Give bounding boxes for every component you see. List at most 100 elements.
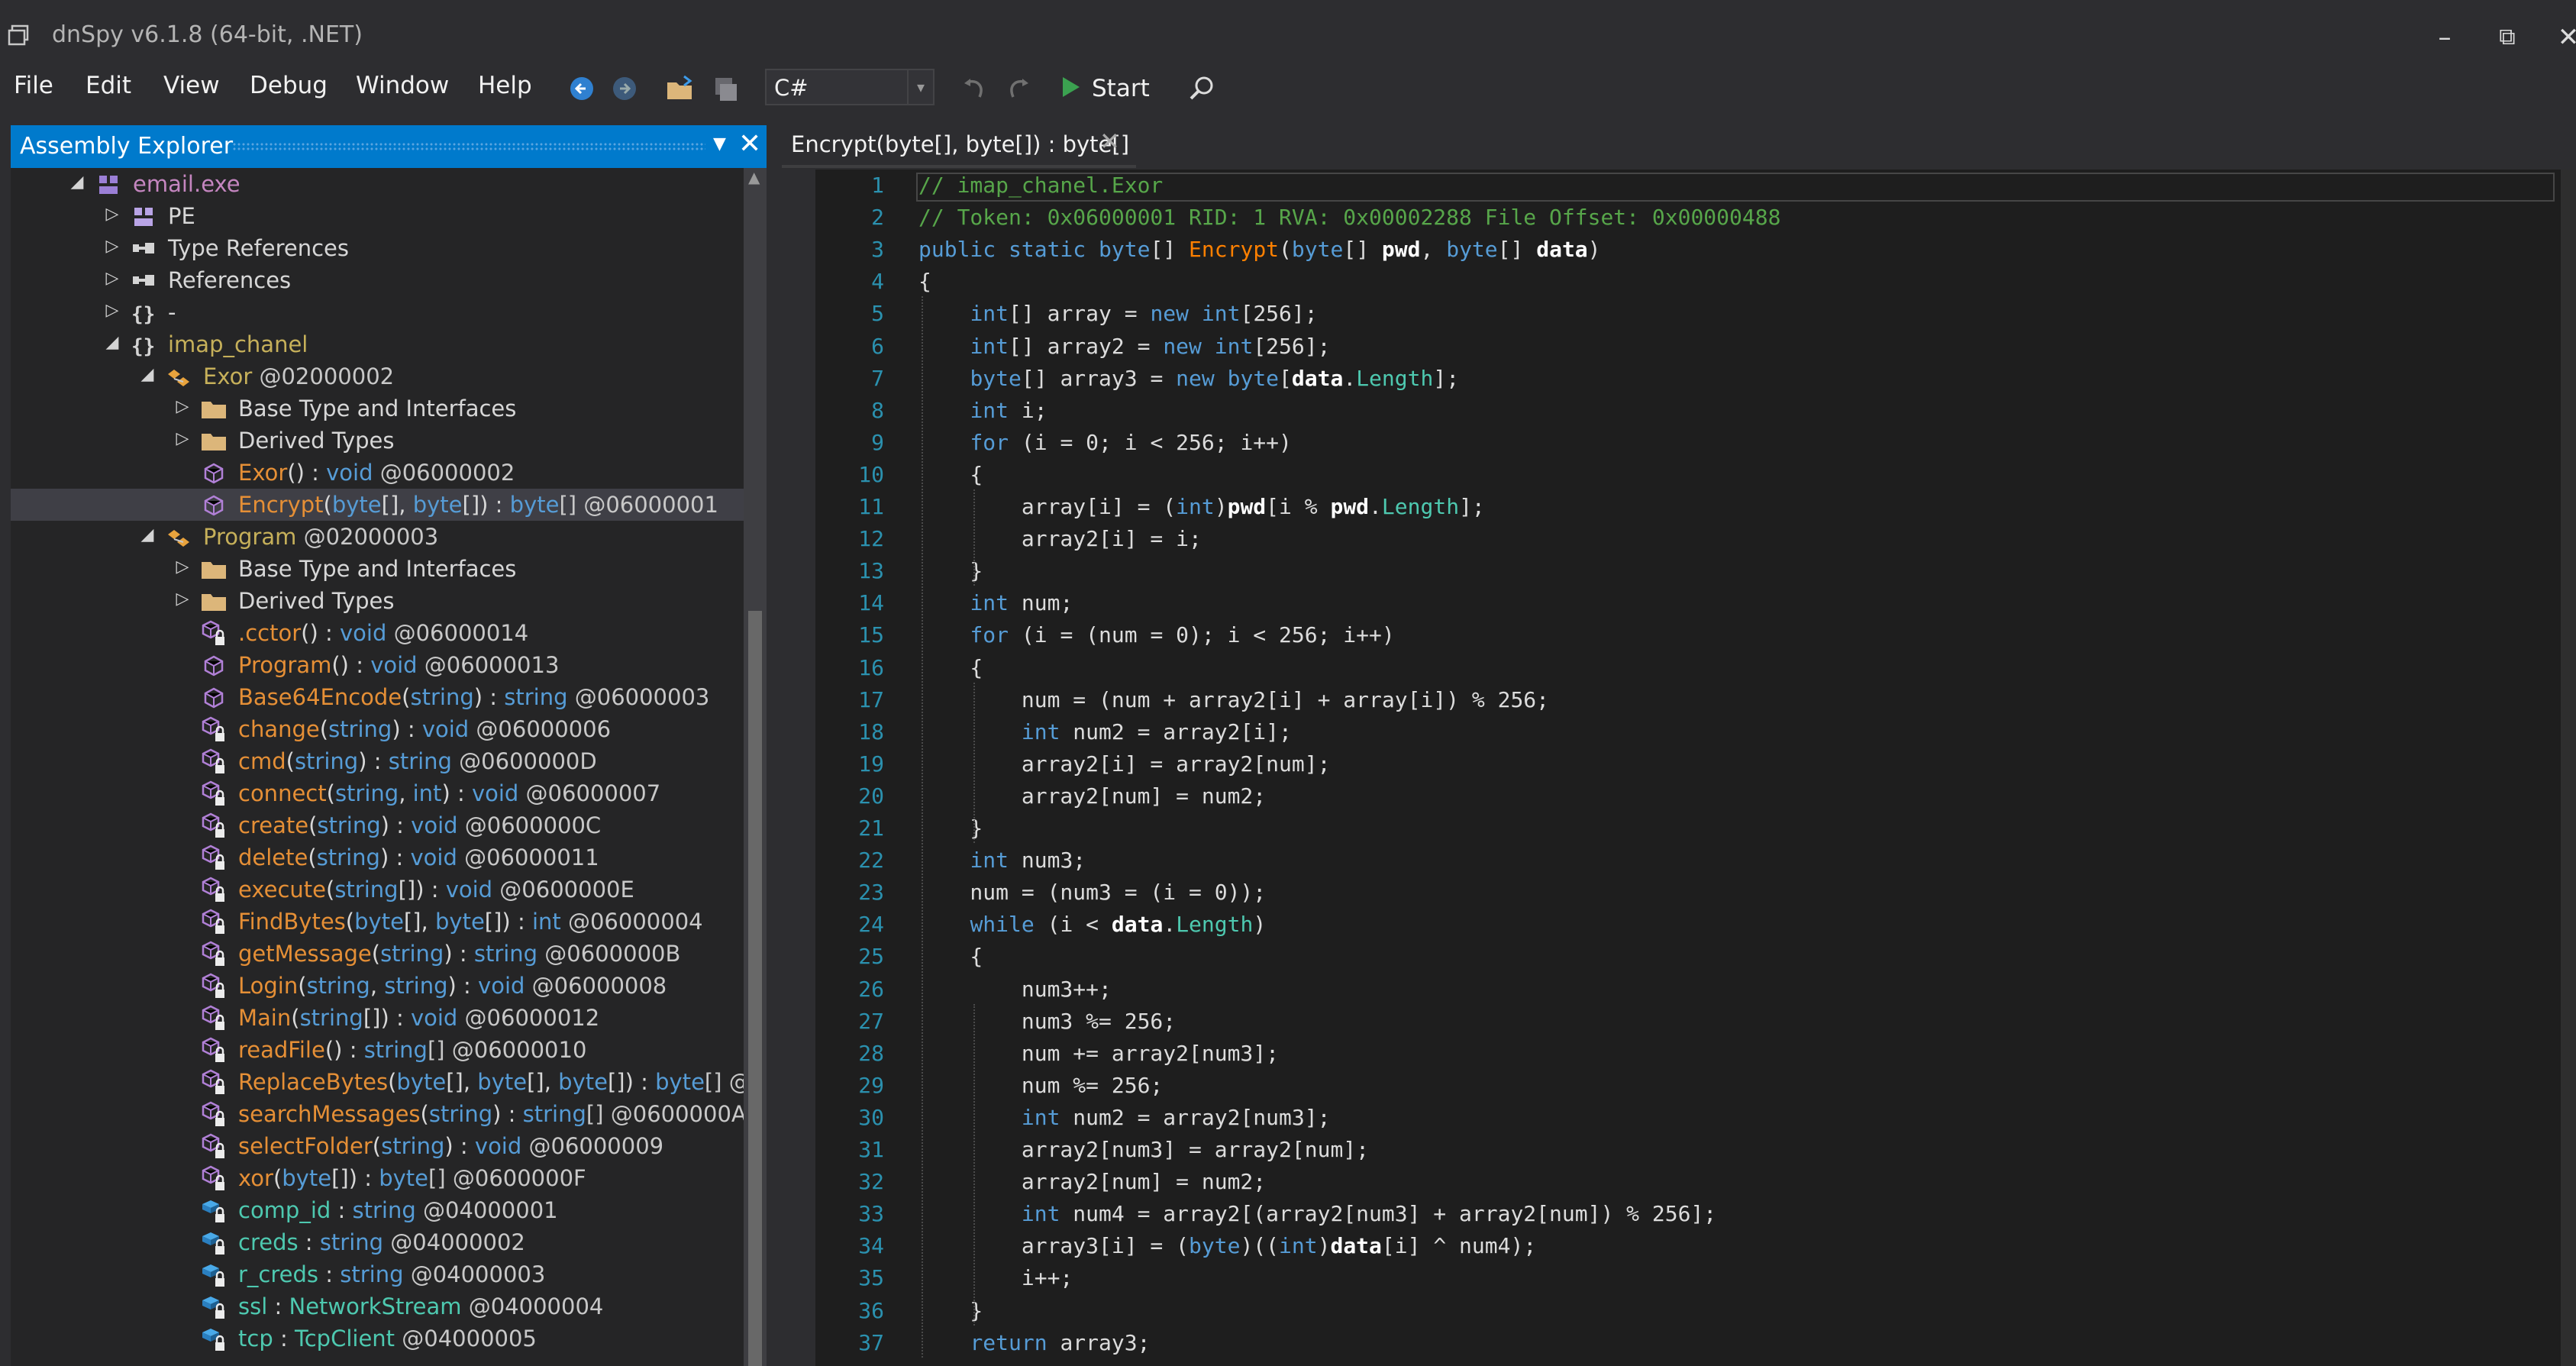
tree-node-pe[interactable]: ▷ PE	[11, 200, 744, 232]
open-folder-icon[interactable]	[664, 72, 698, 105]
back-arrow-icon[interactable]	[565, 72, 599, 105]
decompiled-code[interactable]: // imap_chanel.Exor // Token: 0x06000001 …	[918, 170, 2552, 1366]
code-line[interactable]: array2[num] = num2;	[918, 783, 1266, 815]
code-line[interactable]: return array3;	[918, 1330, 1150, 1362]
code-line[interactable]: num = (num3 = (i = 0));	[918, 880, 1266, 912]
code-line[interactable]: int num3;	[918, 848, 1086, 880]
tree-node-method-login[interactable]: Login(string, string) : void @06000008	[11, 970, 744, 1002]
code-line[interactable]: {	[918, 269, 931, 301]
code-line[interactable]: int i;	[918, 398, 1047, 430]
tree-node-base-types-program[interactable]: ▷ Base Type and Interfaces	[11, 553, 744, 585]
tab-encrypt-method[interactable]: Encrypt(byte[], byte[]) : byte[] ✕	[782, 125, 1136, 168]
code-line[interactable]: num3++;	[918, 977, 1112, 1009]
expand-icon[interactable]: ▷	[102, 269, 122, 288]
code-line[interactable]: int num4 = array2[(array2[num3] + array2…	[918, 1201, 1716, 1233]
tree-node-method-main[interactable]: Main(string[]) : void @06000012	[11, 1002, 744, 1034]
redo-icon[interactable]	[1002, 72, 1035, 105]
tree-node-namespace-imap-chanel[interactable]: ◢ {} imap_chanel	[11, 328, 744, 360]
tree-node-field-creds[interactable]: creds : string @04000002	[11, 1226, 744, 1258]
tree-node-method-getmessage[interactable]: getMessage(string) : string @0600000B	[11, 938, 744, 970]
undo-icon[interactable]	[957, 72, 991, 105]
code-line[interactable]: array2[i] = i;	[918, 526, 1202, 558]
search-icon[interactable]	[1185, 72, 1219, 105]
expand-icon[interactable]: ▷	[173, 557, 192, 576]
tree-node-method-program-ctor[interactable]: Program() : void @06000013	[11, 649, 744, 681]
code-line[interactable]: array3[i] = (byte)((int)data[i] ^ num4);	[918, 1233, 1536, 1265]
menu-window[interactable]: Window	[356, 72, 449, 99]
collapse-icon[interactable]: ◢	[137, 365, 157, 384]
tree-node-method-connect[interactable]: connect(string, int) : void @06000007	[11, 777, 744, 809]
language-select[interactable]: C# ▾	[765, 69, 935, 105]
tree-node-method-findbytes[interactable]: FindBytes(byte[], byte[]) : int @0600000…	[11, 906, 744, 938]
code-line[interactable]: i++;	[918, 1265, 1073, 1297]
menu-edit[interactable]: Edit	[86, 72, 131, 99]
code-line[interactable]: array2[num3] = array2[num];	[918, 1137, 1369, 1169]
tree-node-method-execute[interactable]: execute(string[]) : void @0600000E	[11, 874, 744, 906]
code-line[interactable]: num = (num + array2[i] + array[i]) % 256…	[918, 687, 1549, 719]
tree-node-method-encrypt[interactable]: Encrypt(byte[], byte[]) : byte[] @060000…	[11, 489, 744, 521]
code-line[interactable]: for (i = 0; i < 256; i++)	[918, 430, 1291, 462]
editor-scrollbar[interactable]	[2561, 170, 2576, 1366]
code-line[interactable]: }	[918, 1362, 931, 1366]
code-line[interactable]: {	[918, 944, 983, 976]
expand-icon[interactable]: ▷	[173, 589, 192, 609]
tree-node-references[interactable]: ▷ References	[11, 264, 744, 296]
tree-node-class-exor[interactable]: ◢ Exor @02000002	[11, 360, 744, 392]
collapse-icon[interactable]: ◢	[102, 333, 122, 352]
code-editor[interactable]: 1 2 3 4 5 6 7 8 9 10 11 12 13 14 15 16 17 18 19 20 21 22 23 24 2…	[815, 170, 2576, 1366]
tree-node-email-exe[interactable]: ◢ email.exe	[11, 168, 744, 200]
tree-node-field-comp-id[interactable]: comp_id : string @04000001	[11, 1194, 744, 1226]
tree-node-method-exor-ctor[interactable]: Exor() : void @06000002	[11, 457, 744, 489]
tree-node-method-delete[interactable]: delete(string) : void @06000011	[11, 841, 744, 874]
forward-arrow-icon[interactable]	[608, 72, 641, 105]
expand-icon[interactable]: ▷	[102, 237, 122, 256]
scroll-up-icon[interactable]: ▲	[748, 168, 760, 186]
close-window-button[interactable]: ✕	[2545, 18, 2576, 57]
tree-node-field-tcp[interactable]: tcp : TcpClient @04000005	[11, 1322, 744, 1355]
menu-help[interactable]: Help	[478, 72, 532, 99]
tree-node-method-xor[interactable]: xor(byte[]) : byte[] @0600000F	[11, 1162, 744, 1194]
tree-node-field-r-creds[interactable]: r_creds : string @04000003	[11, 1258, 744, 1290]
tab-close-icon[interactable]: ✕	[1099, 127, 1120, 156]
code-line[interactable]: for (i = (num = 0); i < 256; i++)	[918, 622, 1394, 654]
chevron-down-icon[interactable]: ▾	[907, 70, 933, 104]
panel-grip[interactable]	[232, 142, 705, 151]
code-line[interactable]: int num2 = array2[num3];	[918, 1105, 1331, 1137]
tree-node-derived-types-program[interactable]: ▷ Derived Types	[11, 585, 744, 617]
tree-node-method-cmd[interactable]: cmd(string) : string @0600000D	[11, 745, 744, 777]
tree-node-base-types-exor[interactable]: ▷ Base Type and Interfaces	[11, 392, 744, 425]
tree-node-type-references[interactable]: ▷ Type References	[11, 232, 744, 264]
code-line[interactable]: public static byte[] Encrypt(byte[] pwd,…	[918, 237, 1601, 269]
panel-close-icon[interactable]: ✕	[738, 128, 761, 160]
save-icon[interactable]	[709, 72, 742, 105]
code-line[interactable]: array2[i] = array2[num];	[918, 751, 1331, 783]
code-line[interactable]: array2[num] = num2;	[918, 1169, 1266, 1201]
code-line[interactable]: num3 %= 256;	[918, 1009, 1176, 1041]
explorer-scrollbar[interactable]: ▲	[744, 168, 767, 1366]
code-line[interactable]: int num;	[918, 590, 1073, 622]
code-line[interactable]: byte[] array3 = new byte[data.Length];	[918, 366, 1459, 398]
code-line[interactable]: int[] array = new int[256];	[918, 301, 1317, 333]
tree-node-class-program[interactable]: ◢ Program @02000003	[11, 521, 744, 553]
code-line[interactable]: num %= 256;	[918, 1073, 1163, 1105]
tree-node-method-base64encode[interactable]: Base64Encode(string) : string @06000003	[11, 681, 744, 713]
code-line[interactable]: int[] array2 = new int[256];	[918, 334, 1330, 366]
tree-node-method-change[interactable]: change(string) : void @06000006	[11, 713, 744, 745]
tree-node-method-selectfolder[interactable]: selectFolder(string) : void @06000009	[11, 1130, 744, 1162]
code-line[interactable]: num += array2[num3];	[918, 1041, 1279, 1073]
code-line[interactable]: while (i < data.Length)	[918, 912, 1266, 944]
explorer-scrollbar-thumb[interactable]	[748, 611, 762, 1366]
menu-file[interactable]: File	[14, 72, 53, 99]
collapse-icon[interactable]: ◢	[137, 525, 157, 544]
menu-debug[interactable]: Debug	[250, 72, 328, 99]
minimize-button[interactable]: –	[2422, 18, 2468, 57]
code-line[interactable]: // imap_chanel.Exor	[918, 173, 1163, 205]
tree-node-field-ssl[interactable]: ssl : NetworkStream @04000004	[11, 1290, 744, 1322]
expand-icon[interactable]: ▷	[102, 301, 122, 320]
expand-icon[interactable]: ▷	[173, 397, 192, 416]
panel-menu-chevron-icon[interactable]: ▼	[713, 134, 726, 153]
menu-view[interactable]: View	[163, 72, 220, 99]
restore-button[interactable]: ⧉	[2484, 18, 2530, 57]
start-button[interactable]: Start	[1061, 72, 1150, 105]
collapse-icon[interactable]: ◢	[67, 173, 87, 192]
